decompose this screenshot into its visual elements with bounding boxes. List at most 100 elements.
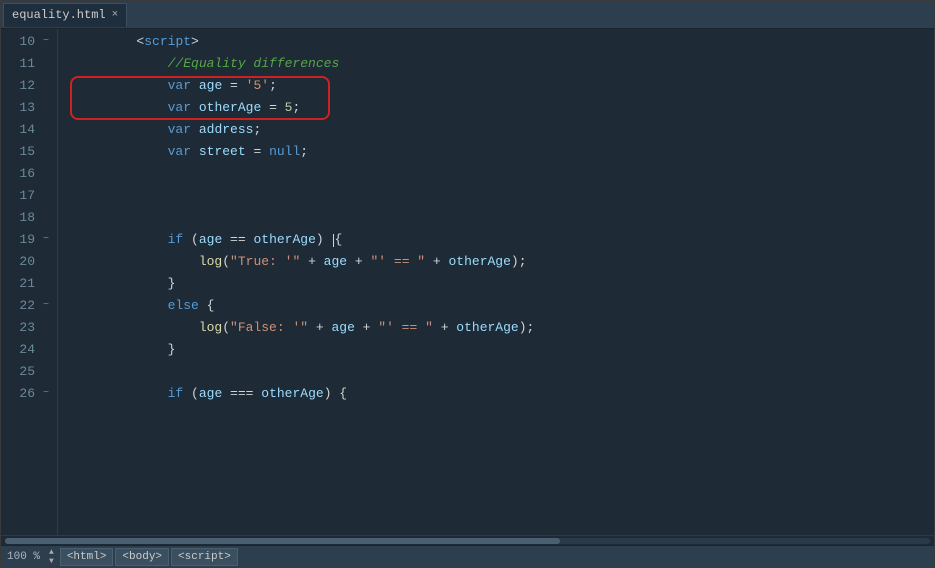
token-num: 5 [285, 97, 293, 119]
token-plain [74, 317, 199, 339]
code-content: 10−111213141516171819−202122−23242526− <… [1, 29, 934, 535]
breadcrumb-item[interactable]: <script> [171, 548, 238, 566]
token-kw: if [168, 229, 184, 251]
code-line: } [74, 339, 934, 361]
line-numbers: 10−111213141516171819−202122−23242526− [1, 29, 58, 535]
tab-filename: equality.html [12, 8, 106, 22]
line-number-row: 20 [11, 251, 49, 273]
h-scrollbar-thumb[interactable] [5, 538, 560, 544]
code-line: else { [74, 295, 934, 317]
code-line: //Equality differences [74, 53, 934, 75]
highlight-wrapper: var age = '5'; var otherAge = 5; [74, 75, 934, 119]
token-plain [74, 229, 168, 251]
code-line: if (age == otherAge) { [74, 229, 934, 251]
token-plain: { [335, 229, 343, 251]
token-plain [74, 31, 136, 53]
editor-window: equality.html × 10−111213141516171819−20… [0, 0, 935, 568]
token-plain: ); [519, 317, 535, 339]
zoom-down-arrow[interactable]: ▼ [49, 557, 54, 566]
scrollbar-area[interactable] [1, 535, 934, 545]
token-str: '5' [246, 75, 269, 97]
line-number-row: 25 [11, 361, 49, 383]
token-plain: ( [183, 229, 199, 251]
fold-icon[interactable]: − [39, 229, 49, 251]
token-plain: ; [300, 141, 308, 163]
fold-icon[interactable]: − [39, 383, 49, 405]
token-null-kw: null [269, 141, 300, 163]
token-plain: = [222, 75, 245, 97]
token-kw: var [168, 75, 191, 97]
line-number-row: 12 [11, 75, 49, 97]
line-number-row: 13 [11, 97, 49, 119]
fold-icon[interactable]: − [39, 31, 49, 53]
code-line: var street = null; [74, 141, 934, 163]
token-plain [74, 97, 168, 119]
token-plain: < [136, 31, 144, 53]
code-line: if (age === otherAge) { [74, 383, 934, 405]
token-plain [74, 75, 168, 97]
token-fn: log [199, 317, 222, 339]
token-kw: if [168, 383, 184, 405]
tab-bar: equality.html × [1, 1, 934, 29]
token-plain [74, 119, 168, 141]
token-fn: log [199, 251, 222, 273]
token-plain: + [300, 251, 323, 273]
zoom-up-arrow[interactable]: ▲ [49, 548, 54, 557]
line-number-row: 22− [11, 295, 49, 317]
code-lines[interactable]: <script> //Equality differences var age … [58, 29, 934, 535]
code-line [74, 207, 934, 229]
breadcrumb-item[interactable]: <body> [115, 548, 169, 566]
code-line: <script> [74, 31, 934, 53]
code-line: } [74, 273, 934, 295]
token-var-name: age [199, 75, 222, 97]
line-number-row: 15 [11, 141, 49, 163]
token-plain [191, 141, 199, 163]
code-line: var otherAge = 5; [74, 97, 934, 119]
line-num: 23 [11, 317, 35, 339]
code-line: var address; [74, 119, 934, 141]
fold-icon[interactable]: − [39, 295, 49, 317]
code-line [74, 361, 934, 383]
token-plain: } [74, 273, 175, 295]
line-number-row: 18 [11, 207, 49, 229]
token-plain: ; [269, 75, 277, 97]
token-plain: ) { [324, 383, 347, 405]
token-plain: { [199, 295, 215, 317]
token-str: "' == " [370, 251, 425, 273]
token-plain [191, 119, 199, 141]
zoom-arrows[interactable]: ▲ ▼ [49, 548, 54, 566]
line-num: 15 [11, 141, 35, 163]
breadcrumb-bar: <html><body><script> [60, 548, 238, 566]
token-var-name: otherAge [253, 229, 315, 251]
code-line [74, 163, 934, 185]
line-number-row: 11 [11, 53, 49, 75]
line-num: 20 [11, 251, 35, 273]
token-var-name: otherAge [261, 383, 323, 405]
token-var-name: age [324, 251, 347, 273]
token-plain: + [355, 317, 378, 339]
breadcrumb-item[interactable]: <html> [60, 548, 114, 566]
token-plain: = [261, 97, 284, 119]
line-num: 18 [11, 207, 35, 229]
token-plain: = [246, 141, 269, 163]
token-plain: + [347, 251, 370, 273]
zoom-label: 100 % [7, 551, 47, 563]
tab-close-button[interactable]: × [112, 9, 119, 21]
token-plain: ( [222, 251, 230, 273]
token-plain [74, 383, 168, 405]
token-plain [74, 251, 199, 273]
token-kw: var [168, 97, 191, 119]
token-kw: script [144, 31, 191, 53]
file-tab[interactable]: equality.html × [3, 3, 127, 27]
token-plain: ; [253, 119, 261, 141]
line-number-row: 19− [11, 229, 49, 251]
token-var-name: otherAge [449, 251, 511, 273]
line-num: 14 [11, 119, 35, 141]
token-var-name: address [199, 119, 254, 141]
line-num: 25 [11, 361, 35, 383]
code-line: var age = '5'; [74, 75, 934, 97]
line-num: 22 [11, 295, 35, 317]
token-var-name: age [199, 383, 222, 405]
h-scrollbar[interactable] [5, 538, 930, 544]
line-num: 21 [11, 273, 35, 295]
